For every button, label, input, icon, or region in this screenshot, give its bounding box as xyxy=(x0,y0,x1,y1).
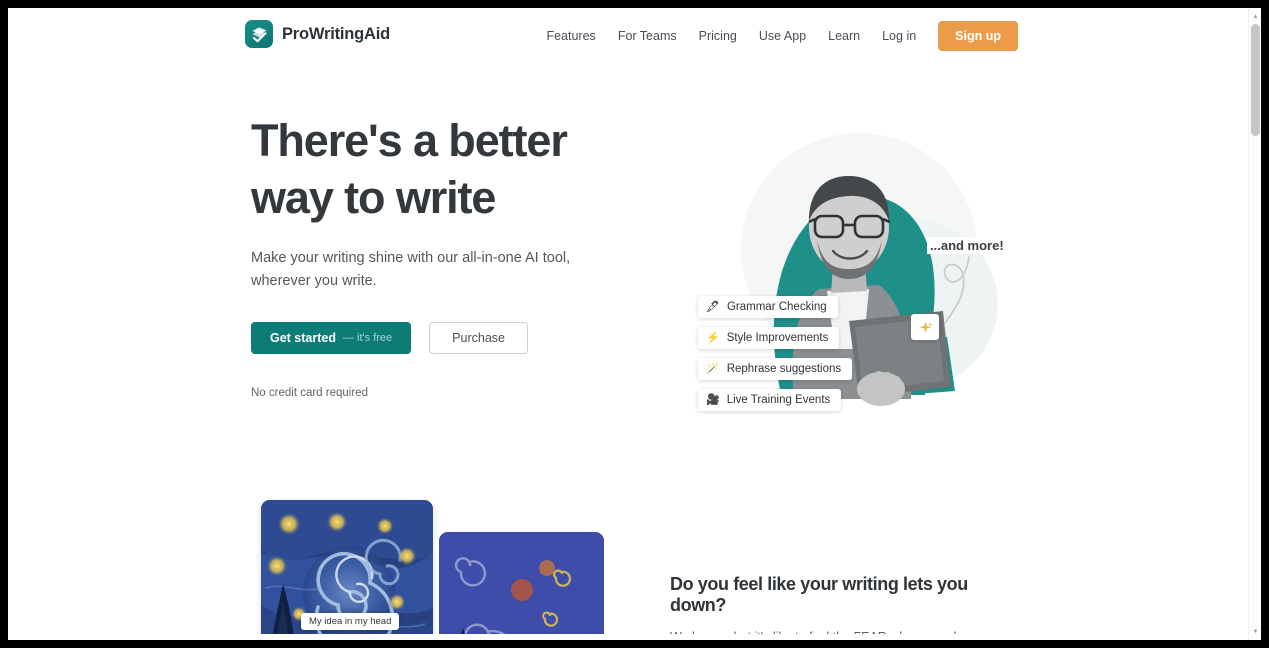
sparkles-icon xyxy=(911,314,939,340)
get-started-note: — it's free xyxy=(343,332,393,344)
section-two-copy: Do you feel like your writing lets you d… xyxy=(670,574,1015,640)
hero-copy: There's a better way to write Make your … xyxy=(251,112,611,399)
vertical-scrollbar[interactable]: ▲ ▼ xyxy=(1248,8,1261,640)
purchase-button[interactable]: Purchase xyxy=(429,322,528,354)
nav-item-log-in[interactable]: Log in xyxy=(871,23,927,49)
page-viewport: ProWritingAid Features For Teams Pricing… xyxy=(8,8,1261,640)
main-navigation: Features For Teams Pricing Use App Learn… xyxy=(535,8,1018,64)
flat-illustration-card xyxy=(439,532,604,640)
no-credit-card-note: No credit card required xyxy=(251,387,368,399)
feature-chip-label: Grammar Checking xyxy=(726,301,827,313)
nav-item-pricing[interactable]: Pricing xyxy=(688,23,748,49)
sign-up-button[interactable]: Sign up xyxy=(938,21,1018,51)
feature-chip-style-improvements: ⚡ Style Improvements xyxy=(698,327,840,349)
hero-subtitle: Make your writing shine with our all-in-… xyxy=(251,250,571,289)
brand-name: ProWritingAid xyxy=(282,24,391,43)
hero-actions: Get started — it's free Purchase xyxy=(251,322,611,354)
scroll-up-arrow-icon[interactable]: ▲ xyxy=(1249,10,1261,23)
get-started-label: Get started xyxy=(270,331,336,345)
feature-chip-label: Style Improvements xyxy=(726,332,829,344)
prowritingaid-logo-icon xyxy=(245,20,273,48)
feature-chip-label: Rephrase suggestions xyxy=(726,363,842,375)
idea-caption: My idea in my head xyxy=(301,613,400,630)
viewport-bottom-mask xyxy=(8,634,1261,640)
brand-logo-link[interactable]: ProWritingAid xyxy=(245,20,390,48)
scroll-down-arrow-icon[interactable]: ▼ xyxy=(1249,625,1261,638)
writing-lets-you-down-section: My idea in my head Do you feel like your… xyxy=(8,474,1248,640)
section-two-title: Do you feel like your writing lets you d… xyxy=(670,574,968,615)
artwork-comparison-group: My idea in my head xyxy=(253,500,604,640)
nav-item-learn[interactable]: Learn xyxy=(817,23,871,49)
site-header: ProWritingAid Features For Teams Pricing… xyxy=(8,8,1248,64)
feature-chip-label: Live Training Events xyxy=(726,394,831,406)
hero-section: There's a better way to write Make your … xyxy=(8,64,1248,474)
video-camera-icon: 🎥 xyxy=(706,393,720,406)
scrollbar-thumb[interactable] xyxy=(1251,24,1260,136)
feather-pen-icon: 🖋 xyxy=(706,300,720,313)
get-started-button[interactable]: Get started — it's free xyxy=(251,322,412,354)
lightning-bolt-icon: ⚡ xyxy=(706,331,720,344)
nav-item-for-teams[interactable]: For Teams xyxy=(607,23,688,49)
magic-wand-icon: 🪄 xyxy=(706,362,720,375)
feature-chip-rephrase-suggestions: 🪄 Rephrase suggestions xyxy=(698,358,853,380)
hero-title: There's a better way to write xyxy=(251,115,568,223)
feature-chip-grammar-checking: 🖋 Grammar Checking xyxy=(698,296,838,318)
hero-illustration: ...and more! 🖋 Grammar Checking ⚡ Style … xyxy=(663,99,1023,429)
and-more-label: ...and more! xyxy=(927,237,1007,254)
browser-window: ProWritingAid Features For Teams Pricing… xyxy=(0,0,1269,648)
nav-item-use-app[interactable]: Use App xyxy=(748,23,817,49)
page-content: ProWritingAid Features For Teams Pricing… xyxy=(8,8,1261,640)
nav-item-features[interactable]: Features xyxy=(535,23,606,49)
feature-chip-live-training-events: 🎥 Live Training Events xyxy=(698,389,842,411)
